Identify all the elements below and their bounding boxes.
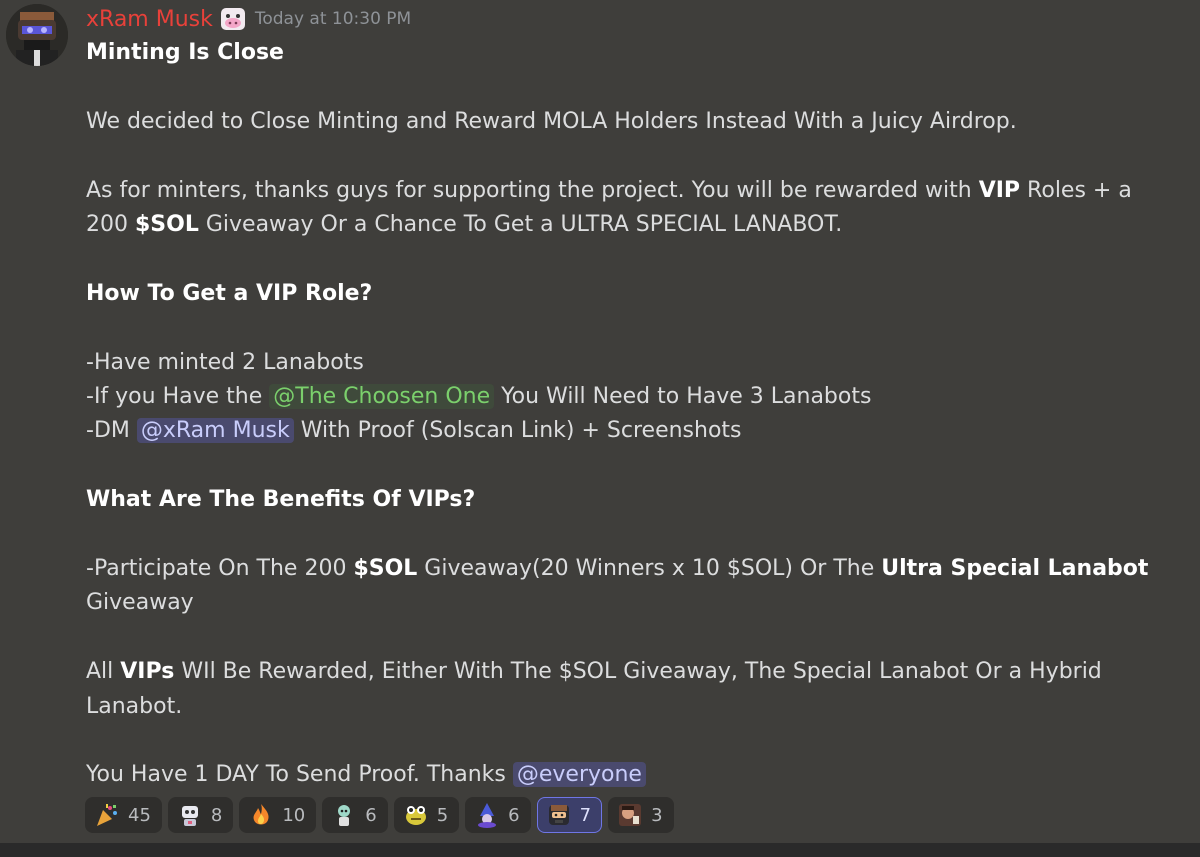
avatar[interactable] xyxy=(6,4,68,66)
reaction-fire[interactable]: 10 xyxy=(239,797,317,833)
reaction-count: 6 xyxy=(508,804,520,826)
cow-face-icon xyxy=(220,8,245,30)
reaction-wizard[interactable]: 6 xyxy=(465,797,531,833)
list-item: -Have minted 2 Lanabots xyxy=(86,349,364,375)
frog-emoji-icon xyxy=(405,806,426,825)
message-timestamp: Today at 10:30 PM xyxy=(254,9,412,29)
list-item: -DM @xRam Musk With Proof (Solscan Link)… xyxy=(86,418,742,444)
heading-vip-role: How To Get a VIP Role? xyxy=(86,280,373,306)
reaction-count: 8 xyxy=(210,804,223,826)
user-mention[interactable]: @xRam Musk xyxy=(136,418,294,444)
role-mention[interactable]: @The Choosen One xyxy=(269,384,495,409)
reaction-count: 45 xyxy=(128,804,151,826)
list-item: -If you Have the @The Choosen One You Wi… xyxy=(86,384,872,409)
reaction-count: 5 xyxy=(436,804,449,826)
fire-icon xyxy=(253,804,269,825)
paragraph-minters: As for minters, thanks guys for supporti… xyxy=(86,177,1132,237)
message-content: Minting Is Close We decided to Close Min… xyxy=(86,36,1176,793)
reaction-party-popper[interactable]: 45 xyxy=(85,797,162,833)
reaction-person[interactable]: 3 xyxy=(608,797,674,833)
paragraph-closing: You Have 1 DAY To Send Proof. Thanks @ev… xyxy=(86,758,1176,792)
reaction-robot[interactable]: 8 xyxy=(167,797,234,833)
everyone-mention[interactable]: @everyone xyxy=(512,762,646,788)
party-popper-icon xyxy=(97,804,117,826)
reaction-count: 10 xyxy=(282,804,306,826)
reaction-count: 3 xyxy=(651,804,663,826)
character-emoji-icon xyxy=(338,805,351,826)
bot-face-emoji-icon xyxy=(548,805,569,825)
paragraph-benefits: -Participate On The 200 $SOL Giveaway(20… xyxy=(86,556,1149,616)
reaction-count: 6 xyxy=(365,804,377,826)
reaction-count: 7 xyxy=(579,804,592,826)
robot-emoji-icon xyxy=(181,806,198,826)
author-name[interactable]: xRam Musk xyxy=(86,7,213,32)
reaction-character[interactable]: 6 xyxy=(322,797,388,833)
reactions-bar: 45 8 10 6 5 6 7 3 xyxy=(85,797,674,833)
wizard-emoji-icon xyxy=(478,803,497,828)
reaction-bot-face[interactable]: 7 xyxy=(536,797,603,833)
person-emoji-icon xyxy=(619,804,642,826)
bottom-bar xyxy=(0,843,1200,857)
message-title: Minting Is Close xyxy=(86,40,284,65)
message-header: xRam Musk Today at 10:30 PM xyxy=(86,4,411,34)
reaction-frog[interactable]: 5 xyxy=(393,797,460,833)
paragraph-intro: We decided to Close Minting and Reward M… xyxy=(86,108,1017,134)
heading-benefits: What Are The Benefits Of VIPs? xyxy=(86,487,476,513)
paragraph-rewards: All VIPs WIl Be Rewarded, Either With Th… xyxy=(86,659,1102,719)
